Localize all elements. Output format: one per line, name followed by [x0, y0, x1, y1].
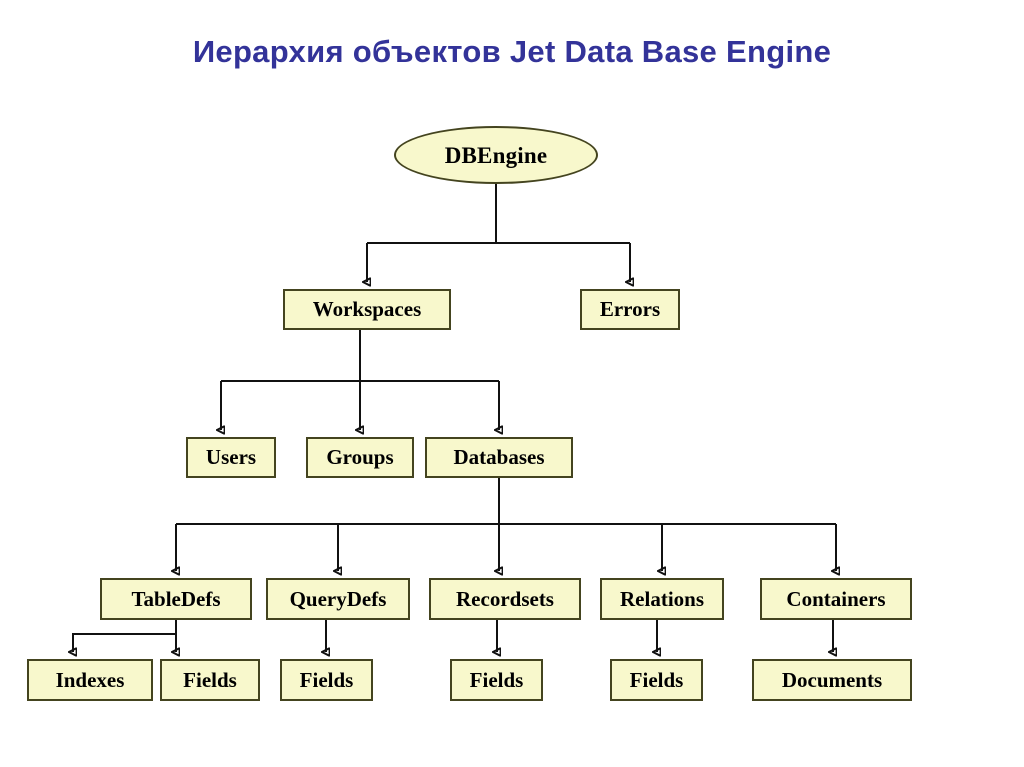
node-recordsets[interactable]: Recordsets [429, 578, 581, 620]
node-documents[interactable]: Documents [752, 659, 912, 701]
edge-tabledefs-indexes [73, 633, 176, 652]
node-users-label: Users [205, 445, 257, 469]
node-recordsets-label: Recordsets [456, 586, 554, 611]
page-title: Иерархия объектов Jet Data Base Engine [192, 34, 832, 69]
node-workspaces-label: Workspaces [312, 297, 422, 321]
connector-layer [0, 184, 1024, 767]
node-fields-relations[interactable]: Fields [610, 659, 703, 701]
node-documents-label: Documents [781, 667, 883, 692]
node-errors[interactable]: Errors [580, 289, 680, 330]
node-fields-relations-label: Fields [629, 667, 684, 692]
slide-canvas: Иерархия объектов Jet Data Base Engine D… [0, 0, 1024, 767]
node-fields-tabledefs[interactable]: Fields [160, 659, 260, 701]
node-errors-label: Errors [599, 297, 661, 321]
node-containers-label: Containers [786, 586, 886, 611]
node-dbengine-label: DBEngine [444, 142, 548, 168]
node-containers[interactable]: Containers [760, 578, 912, 620]
node-users[interactable]: Users [186, 437, 276, 478]
node-fields-querydefs[interactable]: Fields [280, 659, 373, 701]
node-relations-label: Relations [620, 586, 704, 611]
node-fields-recordsets-label: Fields [469, 667, 524, 692]
node-dbengine[interactable]: DBEngine [394, 126, 598, 184]
node-databases[interactable]: Databases [425, 437, 573, 478]
node-fields-tabledefs-label: Fields [183, 667, 237, 692]
node-querydefs-label: QueryDefs [289, 586, 387, 611]
node-relations[interactable]: Relations [600, 578, 724, 620]
node-tabledefs-label: TableDefs [131, 586, 221, 611]
node-indexes[interactable]: Indexes [27, 659, 153, 701]
node-fields-querydefs-label: Fields [299, 667, 354, 692]
node-tabledefs[interactable]: TableDefs [100, 578, 252, 620]
node-indexes-label: Indexes [55, 667, 125, 692]
node-databases-label: Databases [453, 445, 545, 469]
node-groups-label: Groups [326, 445, 394, 469]
node-groups[interactable]: Groups [306, 437, 414, 478]
node-fields-recordsets[interactable]: Fields [450, 659, 543, 701]
node-workspaces[interactable]: Workspaces [283, 289, 451, 330]
node-querydefs[interactable]: QueryDefs [266, 578, 410, 620]
